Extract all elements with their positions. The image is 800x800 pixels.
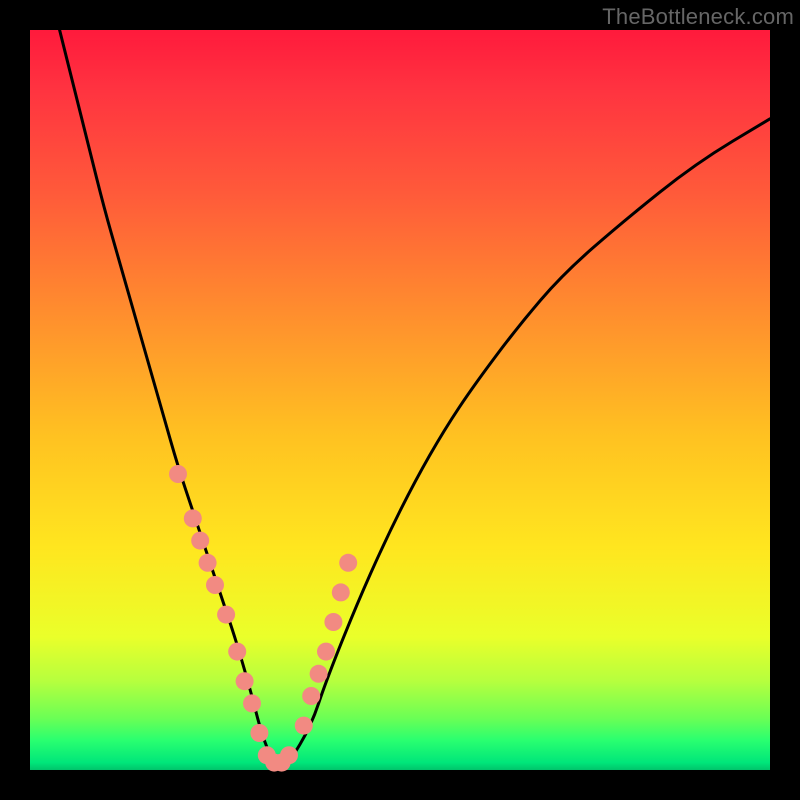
marker-dot bbox=[302, 687, 320, 705]
marker-dot bbox=[243, 694, 261, 712]
marker-dot bbox=[324, 613, 342, 631]
marker-dot bbox=[339, 554, 357, 572]
marker-dot bbox=[295, 717, 313, 735]
curve-line bbox=[60, 30, 770, 768]
chart-svg bbox=[30, 30, 770, 770]
watermark-text: TheBottleneck.com bbox=[602, 4, 794, 30]
highlighted-points bbox=[169, 465, 357, 772]
marker-dot bbox=[280, 746, 298, 764]
marker-dot bbox=[310, 665, 328, 683]
marker-dot bbox=[332, 583, 350, 601]
marker-dot bbox=[169, 465, 187, 483]
marker-dot bbox=[206, 576, 224, 594]
curve-path bbox=[60, 30, 770, 768]
marker-dot bbox=[217, 606, 235, 624]
marker-dot bbox=[228, 643, 246, 661]
marker-dot bbox=[184, 509, 202, 527]
chart-frame: TheBottleneck.com bbox=[0, 0, 800, 800]
marker-dot bbox=[191, 532, 209, 550]
marker-dot bbox=[199, 554, 217, 572]
marker-dot bbox=[250, 724, 268, 742]
marker-dot bbox=[236, 672, 254, 690]
marker-dot bbox=[317, 643, 335, 661]
